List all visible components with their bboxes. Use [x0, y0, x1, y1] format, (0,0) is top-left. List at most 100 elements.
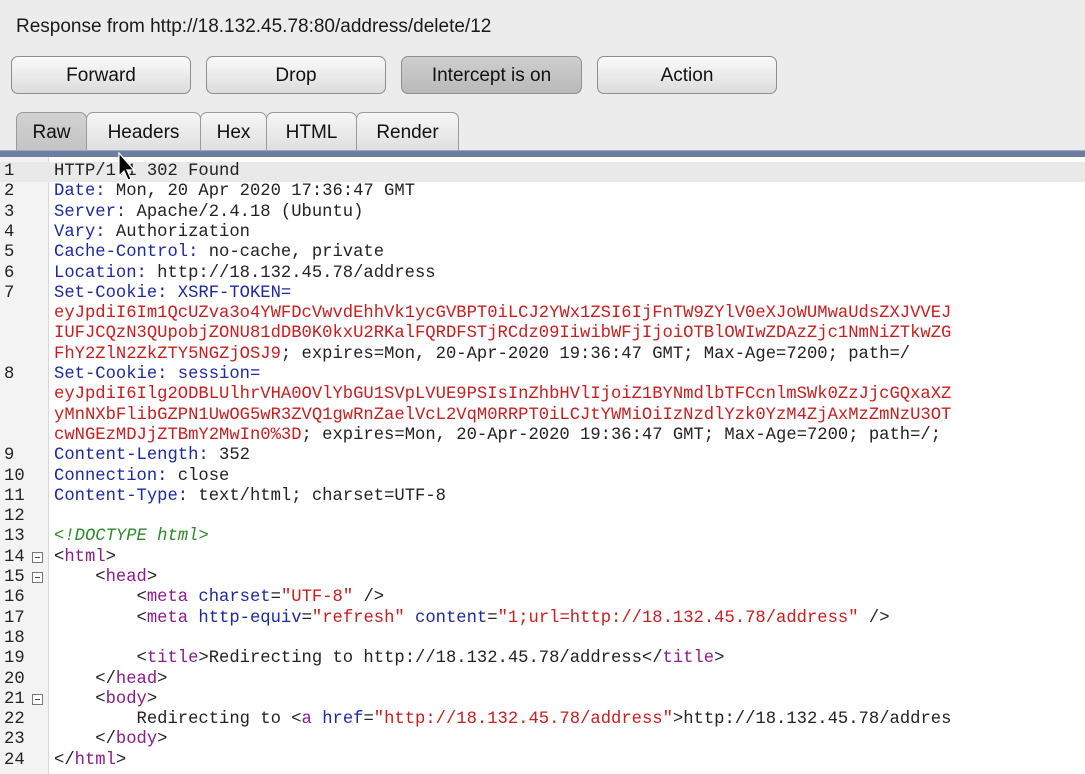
editor-line: 17 <meta http-equiv="refresh" content="1… [0, 609, 1085, 629]
line-number: 2 [4, 182, 15, 202]
code-token: cwNGEzMDJjZTBmY2MwIn0%3D [54, 425, 302, 445]
code-token: Set-Cookie: [54, 365, 178, 384]
tab-render[interactable]: Render [356, 112, 459, 152]
code-token: head [115, 669, 158, 689]
editor-line: 14 <html> [0, 548, 1085, 568]
line-code: <head> [54, 568, 157, 588]
line-number: 5 [4, 243, 15, 263]
line-number: 10 [4, 466, 25, 486]
code-token: < [54, 547, 65, 567]
line-number: 20 [4, 669, 25, 689]
tab-html[interactable]: HTML [266, 112, 357, 152]
code-token: "1;url=http://18.132.45.78/address" [497, 608, 859, 628]
line-code: </html> [54, 751, 126, 771]
line-number: 22 [4, 710, 25, 730]
code-token: > [146, 689, 158, 709]
editor-line: IUFJCQzN3QUpobjZONU81dDB0K0kxU2RKalFQRDF… [0, 324, 1085, 344]
collapse-toggle-icon[interactable] [32, 551, 43, 563]
tab-hex[interactable]: Hex [200, 112, 267, 152]
raw-response-editor[interactable]: 1 HTTP/1.1 302 Found 2 Date: Mon, 20 Apr 20… [0, 157, 1085, 774]
line-number: 12 [4, 507, 25, 527]
line-code: Date: Mon, 20 Apr 2020 17:36:47 GMT [54, 182, 415, 202]
code-token: yMnNXbFlibGZPN1UwOG5wR3ZVQ1gwRnZaelVcL2V… [54, 405, 952, 425]
line-number: 4 [4, 222, 15, 242]
editor-line: 1 HTTP/1.1 302 Found [0, 162, 1085, 183]
intercept-toggle-button[interactable]: Intercept is on [401, 56, 582, 94]
line-code: <!DOCTYPE html> [54, 527, 209, 547]
line-code: IUFJCQzN3QUpobjZONU81dDB0K0kxU2RKalFQRDF… [54, 324, 951, 344]
code-token: "UTF-8" [280, 588, 354, 608]
code-token: body [105, 689, 147, 709]
collapse-toggle-icon[interactable] [32, 693, 43, 705]
editor-line: 21 <body> [0, 690, 1085, 710]
code-token: content [404, 608, 488, 628]
line-code: Set-Cookie: XSRF-TOKEN= [54, 284, 291, 304]
code-token: title [662, 649, 715, 669]
editor-line: 18 [0, 629, 1085, 649]
editor-line: 2 Date: Mon, 20 Apr 2020 17:36:47 GMT [0, 182, 1085, 202]
code-token: eyJpdiI6Im1QcUZva3o4YWFDcVwvdEhhVk1ycGVB… [54, 304, 952, 324]
line-number: 15 [4, 568, 25, 587]
code-token: session= [177, 365, 261, 384]
editor-line: 19 <title>Redirecting to http://18.132.4… [0, 649, 1085, 669]
code-token: html [74, 750, 116, 770]
editor-line: 11 Content-Type: text/html; charset=UTF-8 [0, 487, 1085, 507]
line-number: 13 [4, 527, 25, 547]
tab-headers[interactable]: Headers [86, 112, 201, 152]
code-token: Connection: [54, 466, 168, 486]
line-code: </body> [54, 730, 167, 750]
code-token: > [157, 730, 168, 750]
editor-line: cwNGEzMDJjZTBmY2MwIn0%3D; expires=Mon, 2… [0, 426, 1085, 446]
editor-line: 3 Server: Apache/2.4.18 (Ubuntu) [0, 203, 1085, 223]
code-token: XSRF-TOKEN= [177, 283, 292, 303]
action-button[interactable]: Action [597, 56, 777, 94]
line-number: 23 [4, 730, 25, 750]
line-code: <html> [54, 548, 116, 568]
code-token: Cache-Control: [54, 243, 199, 263]
line-code: eyJpdiI6Ilg2ODBLUlhrVHA0OVlYbGU1SVpLVUE9… [54, 385, 951, 405]
code-token: ; expires=Mon, 20-Apr-2020 19:36:47 GMT;… [280, 344, 911, 364]
editor-line: eyJpdiI6Ilg2ODBLUlhrVHA0OVlYbGU1SVpLVUE9… [0, 385, 1085, 405]
toolbar: Forward Drop Intercept is on Action [0, 56, 1085, 96]
tab-raw[interactable]: Raw [16, 112, 87, 152]
code-token: Vary: [54, 222, 106, 242]
code-token: meta [146, 608, 189, 628]
code-token: Content-Type: [54, 486, 189, 506]
line-number: 9 [4, 446, 15, 466]
editor-line: 8 Set-Cookie: session= [0, 365, 1085, 385]
code-token: charset [188, 588, 271, 608]
drop-button[interactable]: Drop [206, 56, 386, 94]
code-token: Server: [54, 202, 127, 222]
code-token: </ [54, 750, 75, 770]
line-number: 3 [4, 202, 15, 222]
code-token: < [54, 568, 106, 587]
editor-line: 15 <head> [0, 568, 1085, 588]
code-token: /> [353, 588, 385, 608]
editor-line: FhY2ZlN2ZkZTY5NGZjOSJ9; expires=Mon, 20-… [0, 345, 1085, 365]
code-token: ; expires=Mon, 20-Apr-2020 19:36:47 GMT;… [301, 425, 942, 445]
collapse-toggle-icon[interactable] [32, 572, 43, 583]
line-code: <body> [54, 690, 157, 710]
code-token: a [301, 710, 312, 730]
code-token: "refresh" [311, 608, 405, 628]
line-code: <meta http-equiv="refresh" content="1;ur… [54, 609, 890, 629]
line-number: 1 [4, 162, 15, 181]
code-token: meta [146, 588, 189, 608]
code-token: = [301, 608, 312, 628]
code-token: html [64, 547, 106, 567]
editor-line: 5 Cache-Control: no-cache, private [0, 243, 1085, 263]
line-code: </head> [54, 670, 167, 690]
code-token: FhY2ZlN2ZkZTY5NGZjOSJ9 [54, 344, 281, 364]
editor-line: yMnNXbFlibGZPN1UwOG5wR3ZVQ1gwRnZaelVcL2V… [0, 406, 1085, 426]
forward-button[interactable]: Forward [11, 56, 191, 94]
code-token: http-equiv [188, 608, 302, 628]
editor-line: 6 Location: http://18.132.45.78/address [0, 264, 1085, 284]
code-token: body [115, 730, 158, 750]
line-code: Server: Apache/2.4.18 (Ubuntu) [54, 203, 363, 223]
line-code: eyJpdiI6Im1QcUZva3o4YWFDcVwvdEhhVk1ycGVB… [54, 304, 951, 324]
code-token: 352 [208, 446, 250, 466]
code-token: HTTP/1.1 302 Found [54, 162, 240, 181]
line-code: <title>Redirecting to http://18.132.45.7… [54, 649, 725, 669]
editor-line: 9 Content-Length: 352 [0, 446, 1085, 466]
editor-line: 24 </html> [0, 751, 1085, 771]
